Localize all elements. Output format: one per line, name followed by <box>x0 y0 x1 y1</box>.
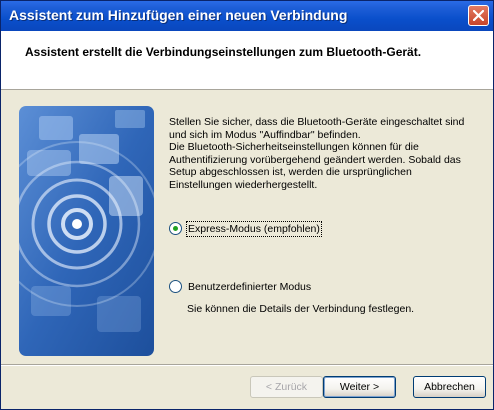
footer-divider <box>1 364 493 366</box>
instructions-line: Setup abgeschlossen ist, werden die ursp… <box>169 166 412 178</box>
instructions-line: Stellen Sie sicher, dass die Bluetooth-G… <box>169 116 465 128</box>
close-button[interactable] <box>468 5 489 26</box>
back-button[interactable]: < Zurück <box>250 376 323 398</box>
express-mode-label[interactable]: Express-Modus (empfohlen) <box>186 220 322 237</box>
close-icon <box>473 10 484 21</box>
express-mode-radio[interactable] <box>169 222 182 235</box>
custom-mode-description: Sie können die Details der Verbindung fe… <box>187 303 415 315</box>
window-title: Assistent zum Hinzufügen einer neuen Ver… <box>9 7 348 23</box>
instructions-line: Authentifizierung vorübergehend geändert… <box>169 153 461 166</box>
express-mode-option[interactable]: Express-Modus (empfohlen) <box>169 220 322 237</box>
page-title: Assistent erstellt die Verbindungseinste… <box>25 45 422 59</box>
instructions-line: Die Bluetooth-Sicherheitseinstellungen k… <box>169 141 419 153</box>
wizard-window: Assistent zum Hinzufügen einer neuen Ver… <box>0 0 494 410</box>
instructions-line: und sich im Modus "Auffindbar" befinden. <box>169 128 361 141</box>
wizard-header: Assistent erstellt die Verbindungseinste… <box>1 31 493 90</box>
custom-mode-option[interactable]: Benutzerdefinierter Modus <box>169 280 311 293</box>
custom-mode-label[interactable]: Benutzerdefinierter Modus <box>188 281 311 293</box>
custom-mode-radio[interactable] <box>169 280 182 293</box>
bluetooth-devices-illustration <box>19 106 154 356</box>
instructions-line: Einstellungen wiederhergestellt. <box>169 178 318 191</box>
cancel-button[interactable]: Abbrechen <box>413 376 486 398</box>
next-button[interactable]: Weiter > <box>323 376 396 398</box>
title-bar[interactable]: Assistent zum Hinzufügen einer neuen Ver… <box>1 1 493 31</box>
instructions-text: Stellen Sie sicher, dass die Bluetooth-G… <box>169 116 485 191</box>
